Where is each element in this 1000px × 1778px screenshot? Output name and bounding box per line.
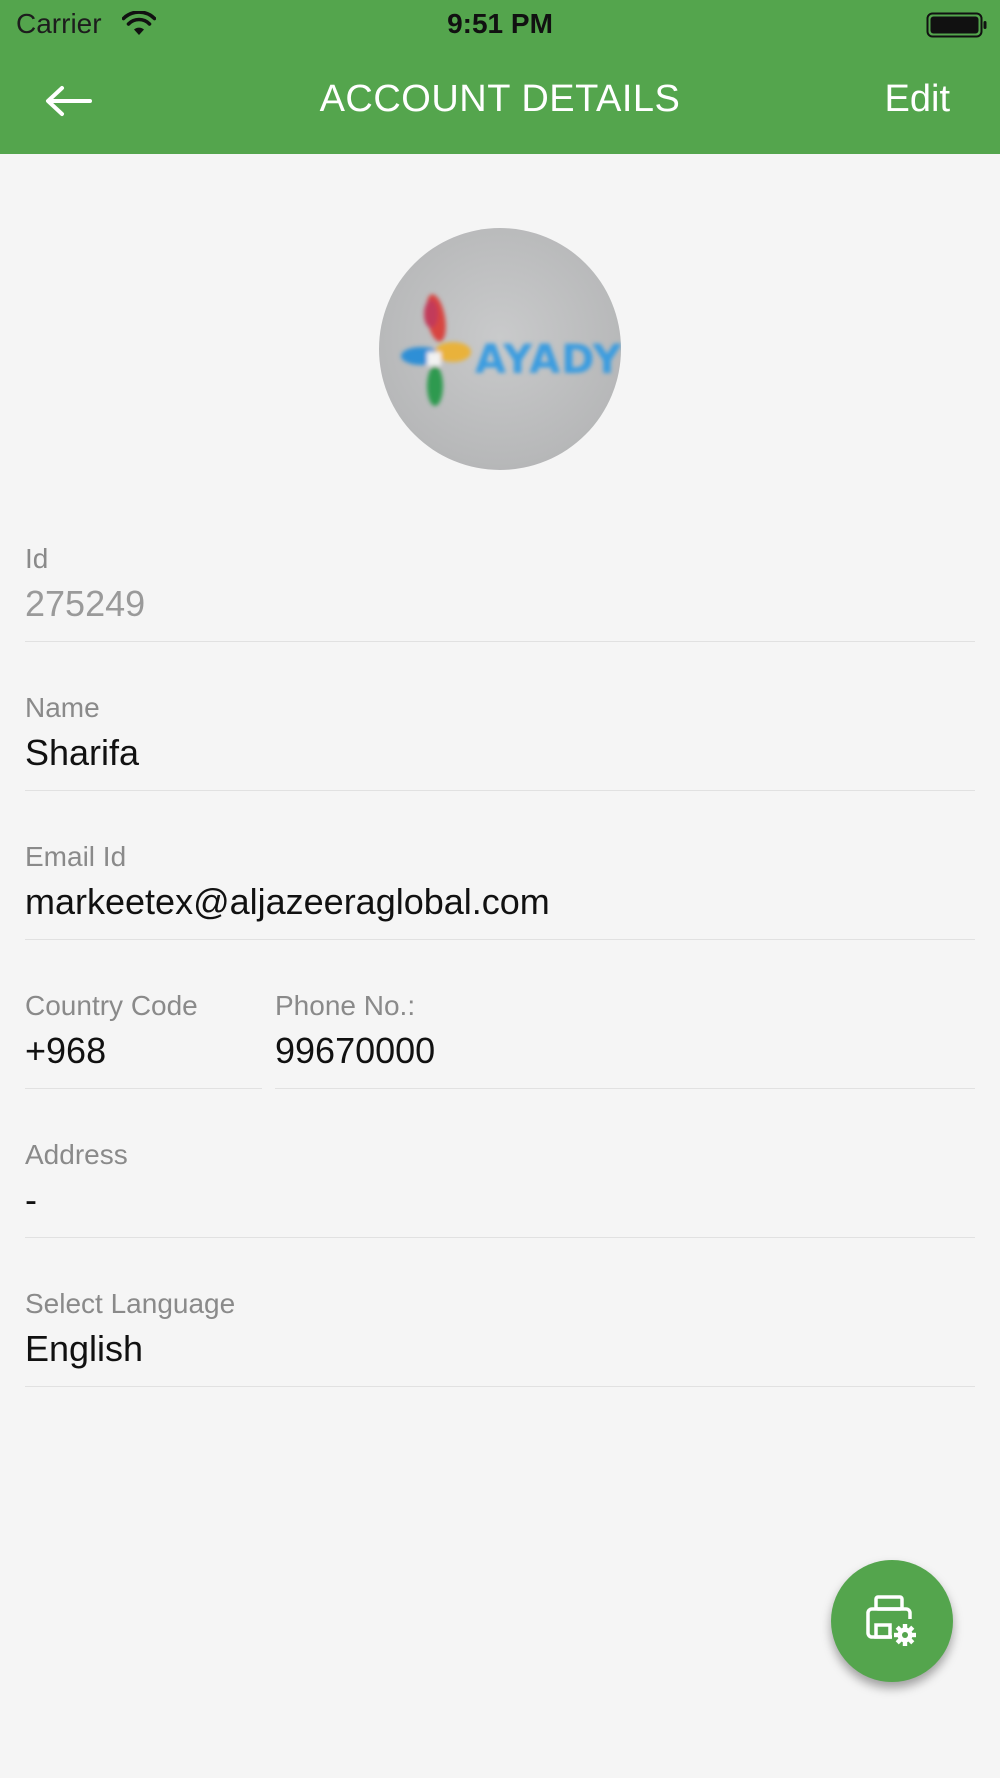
field-name: Name Sharifa (25, 692, 975, 791)
account-details-screen: Carrier 9:51 PM ACCOUNT DETAILS Edit AYA… (0, 0, 1000, 1778)
profile-avatar: AYADY (379, 228, 621, 470)
field-email: Email Id markeetex@aljazeeraglobal.com (25, 841, 975, 940)
status-bar: Carrier 9:51 PM (0, 0, 1000, 50)
field-country-code-value: +968 (25, 1030, 107, 1071)
field-address-label: Address (25, 1139, 128, 1170)
field-language-label: Select Language (25, 1288, 236, 1319)
field-address: Address - (25, 1139, 975, 1238)
field-email-value: markeetex@aljazeeraglobal.com (25, 881, 550, 922)
field-name-label: Name (25, 692, 100, 723)
status-time: 9:51 PM (447, 8, 553, 39)
field-id-label: Id (25, 543, 49, 574)
page-title: ACCOUNT DETAILS (319, 78, 681, 120)
edit-button[interactable]: Edit (885, 78, 950, 121)
field-language-value[interactable]: English (25, 1328, 143, 1370)
field-email-label: Email Id (25, 841, 127, 872)
field-phone-value: 99670000 (275, 1030, 436, 1071)
battery-icon (926, 12, 988, 38)
printer-settings-icon (866, 1595, 916, 1646)
field-phone: Phone No.: 99670000 (275, 990, 975, 1089)
printer-settings-button[interactable] (831, 1560, 953, 1682)
field-phone-label: Phone No.: (275, 990, 416, 1021)
field-country-code-label: Country Code (25, 990, 198, 1021)
app-bar: Carrier 9:51 PM ACCOUNT DETAILS Edit (0, 0, 1000, 154)
field-language[interactable]: Select Language English (25, 1288, 975, 1387)
field-id-value: 275249 (25, 583, 146, 624)
field-address-value: - (25, 1179, 37, 1220)
field-name-value: Sharifa (25, 732, 140, 773)
field-country-code: Country Code +968 (25, 990, 262, 1089)
field-id: Id 275249 (25, 543, 975, 642)
avatar-logo-text: AYADY (475, 337, 621, 383)
